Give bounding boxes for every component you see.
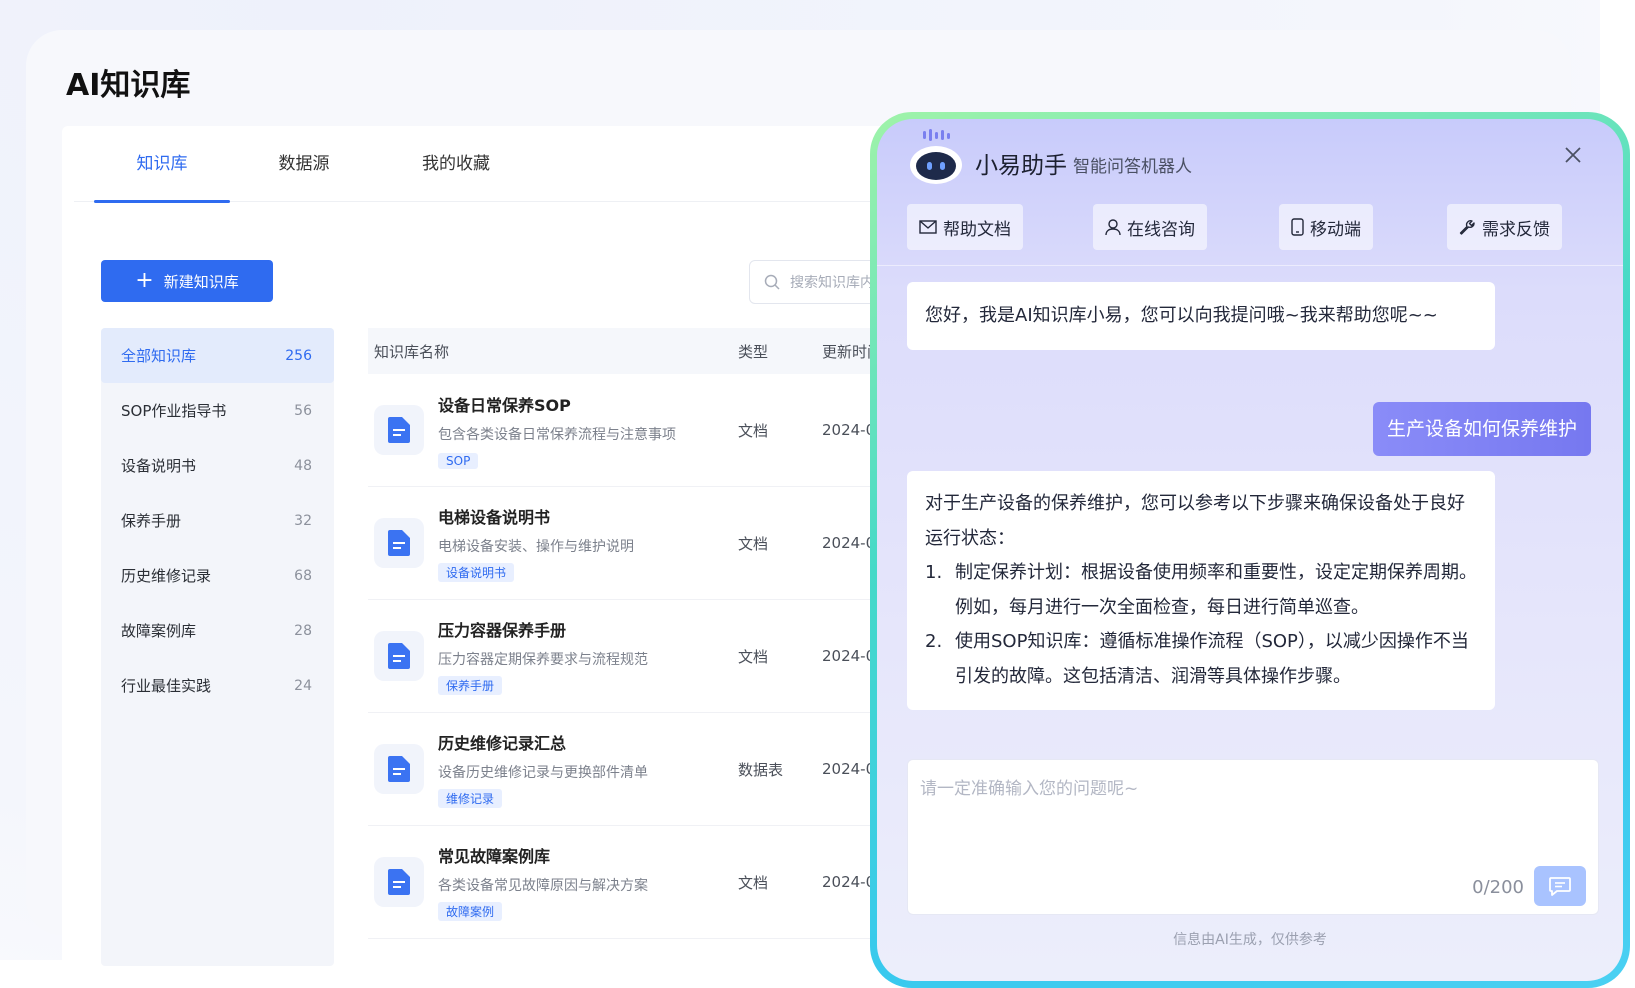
tab-data-source[interactable]: 数据源 — [236, 126, 372, 202]
row-desc: 各类设备常见故障原因与解决方案 — [438, 878, 648, 894]
bot-greeting-text: 您好，我是AI知识库小易，您可以向我提问哦~我来帮助您呢~~ — [925, 305, 1438, 326]
document-icon — [374, 744, 424, 794]
wrench-icon — [1459, 219, 1475, 235]
robot-avatar-icon — [910, 129, 962, 184]
row-desc: 电梯设备安装、操作与维护说明 — [438, 539, 634, 555]
assistant-chat-window: 小易助手 智能问答机器人 帮助文档 在线咨询 移动端 需求反馈 您好，我是AI知… — [870, 112, 1630, 988]
online-consult-button[interactable]: 在线咨询 — [1093, 204, 1207, 250]
category-sop[interactable]: SOP作业指导书 56 — [101, 383, 334, 438]
row-desc: 压力容器定期保养要求与流程规范 — [438, 652, 648, 668]
category-fault-cases[interactable]: 故障案例库 28 — [101, 603, 334, 658]
chat-body: 小易助手 智能问答机器人 帮助文档 在线咨询 移动端 需求反馈 您好，我是AI知… — [877, 119, 1623, 981]
send-button[interactable] — [1534, 866, 1586, 906]
answer-intro: 对于生产设备的保养维护，您可以参考以下步骤来确保设备处于良好运行状态： — [925, 493, 1465, 549]
char-counter: 0/200 — [1472, 877, 1524, 898]
table-row[interactable]: 电梯设备说明书 电梯设备安装、操作与维护说明 设备说明书 文档 2024-05 — [368, 487, 948, 600]
bot-answer-bubble: 对于生产设备的保养维护，您可以参考以下步骤来确保设备处于良好运行状态： 1. 制… — [907, 471, 1495, 710]
phone-icon — [1291, 218, 1304, 236]
document-icon — [374, 857, 424, 907]
row-tag: 故障案例 — [438, 902, 503, 921]
plus-icon: + — [135, 268, 154, 293]
row-desc: 包含各类设备日常保养流程与注意事项 — [438, 426, 676, 443]
table-row[interactable]: 设备日常保养SOP 包含各类设备日常保养流程与注意事项 SOP 文档 2024-… — [368, 374, 948, 487]
row-name: 设备日常保养SOP — [438, 395, 571, 415]
page-title: AI知识库 — [66, 68, 191, 103]
table-row[interactable]: 压力容器保养手册 压力容器定期保养要求与流程规范 保养手册 文档 2024-05 — [368, 600, 948, 713]
mobile-button[interactable]: 移动端 — [1279, 204, 1373, 250]
search-icon — [764, 274, 780, 290]
close-button[interactable] — [1561, 143, 1585, 167]
close-icon — [1565, 147, 1581, 163]
row-tag: 保养手册 — [438, 676, 503, 695]
category-repair-history[interactable]: 历史维修记录 68 — [101, 548, 334, 603]
table-row[interactable]: 常见故障案例库 各类设备常见故障原因与解决方案 故障案例 文档 2024-05 — [368, 826, 948, 939]
answer-step: 2. 使用SOP知识库：遵循标准操作流程（SOP），以减少因操作不当引发的故障。… — [925, 631, 1469, 687]
row-type: 文档 — [738, 647, 769, 666]
header-name: 知识库名称 — [374, 342, 450, 361]
table-row[interactable]: 历史维修记录汇总 设备历史维修记录与更换部件清单 维修记录 数据表 2024-0… — [368, 713, 948, 826]
bot-greeting-bubble: 您好，我是AI知识库小易，您可以向我提问哦~我来帮助您呢~~ — [907, 282, 1495, 350]
tab-knowledge-base[interactable]: 知识库 — [94, 126, 230, 203]
header-type: 类型 — [738, 342, 769, 361]
new-knowledge-base-button[interactable]: + 新建知识库 — [101, 260, 273, 302]
row-type: 数据表 — [738, 760, 784, 779]
table-header: 知识库名称 类型 更新时间 — [368, 328, 948, 374]
message-icon — [1549, 877, 1571, 896]
row-name: 电梯设备说明书 — [438, 508, 551, 527]
quick-actions: 帮助文档 在线咨询 移动端 需求反馈 — [907, 204, 1597, 250]
category-all[interactable]: 全部知识库 256 — [101, 328, 334, 383]
row-type: 文档 — [738, 534, 769, 553]
assistant-name: 小易助手 — [975, 153, 1067, 179]
user-question-bubble: 生产设备如何保养维护 — [1372, 402, 1591, 456]
feedback-button[interactable]: 需求反馈 — [1447, 204, 1562, 250]
assistant-subtitle: 智能问答机器人 — [1073, 157, 1192, 177]
document-icon — [374, 631, 424, 681]
row-tag: 设备说明书 — [438, 563, 515, 582]
new-knowledge-base-label: 新建知识库 — [163, 272, 239, 291]
category-maintenance[interactable]: 保养手册 32 — [101, 493, 334, 548]
row-name: 压力容器保养手册 — [438, 621, 567, 640]
question-input-box: 0/200 — [907, 759, 1599, 915]
row-name: 历史维修记录汇总 — [438, 734, 567, 753]
row-desc: 设备历史维修记录与更换部件清单 — [438, 765, 648, 781]
category-sidebar: 全部知识库 256 SOP作业指导书 56 设备说明书 48 保养手册 32 历… — [101, 328, 334, 966]
mail-icon — [919, 220, 937, 234]
category-manual[interactable]: 设备说明书 48 — [101, 438, 334, 493]
answer-steps: 1. 制定保养计划：根据设备使用频率和重要性，设定定期保养周期。例如，每月进行一… — [925, 556, 1477, 694]
row-name: 常见故障案例库 — [438, 847, 551, 866]
document-icon — [374, 518, 424, 568]
chat-header: 小易助手 智能问答机器人 帮助文档 在线咨询 移动端 需求反馈 — [877, 119, 1623, 259]
row-type: 文档 — [738, 873, 769, 892]
category-best-practice[interactable]: 行业最佳实践 24 — [101, 658, 334, 713]
header-divider — [877, 265, 1623, 266]
row-tag: 维修记录 — [438, 789, 503, 808]
row-type: 文档 — [738, 421, 769, 440]
user-icon — [1105, 218, 1121, 235]
answer-step: 1. 制定保养计划：根据设备使用频率和重要性，设定定期保养周期。例如，每月进行一… — [925, 562, 1477, 618]
document-icon — [374, 405, 424, 455]
help-docs-button[interactable]: 帮助文档 — [907, 204, 1023, 250]
tab-favorites[interactable]: 我的收藏 — [388, 126, 524, 202]
row-tag: SOP — [438, 452, 479, 469]
knowledge-table: 知识库名称 类型 更新时间 设备日常保养SOP 包含各类设备日常保养流程与注意事… — [368, 328, 948, 968]
ai-disclaimer: 信息由AI生成，仅供参考 — [1173, 932, 1327, 948]
